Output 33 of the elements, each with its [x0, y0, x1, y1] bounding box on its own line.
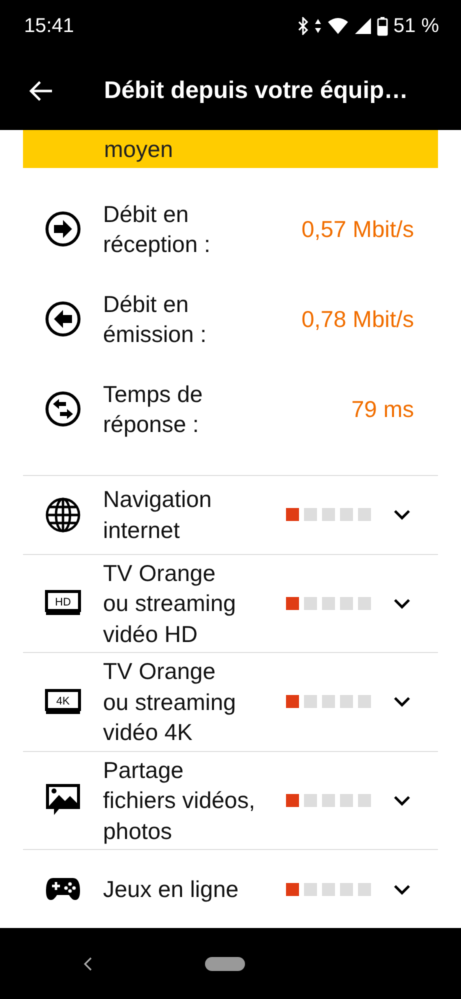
- left-arrow-circle-icon: [45, 301, 81, 337]
- data-arrows-icon: [314, 18, 322, 34]
- image-icon: [45, 783, 81, 818]
- service-row[interactable]: Partage fichiers vidéos, photos: [23, 750, 438, 849]
- service-label: Navigation internet: [103, 485, 213, 544]
- wifi-icon: [327, 17, 350, 35]
- battery-icon: [377, 16, 388, 36]
- back-nav-icon[interactable]: [83, 956, 93, 972]
- metric-label: Débit en réception :: [103, 200, 212, 259]
- service-label: TV Orange ou streaming vidéo HD: [103, 558, 237, 648]
- back-arrow-icon: [28, 80, 54, 102]
- service-row[interactable]: 4K TV Orange ou streaming vidéo 4K: [23, 652, 438, 750]
- metric-label: Temps de réponse :: [103, 380, 204, 439]
- bluetooth-icon: [297, 17, 310, 35]
- service-label: Partage fichiers vidéos, photos: [103, 756, 256, 846]
- right-arrow-circle-icon: [45, 211, 81, 247]
- service-row[interactable]: Navigation internet: [23, 474, 438, 554]
- globe-icon: [45, 496, 81, 532]
- service-row[interactable]: HD TV Orange ou streaming vidéo HD: [23, 554, 438, 652]
- gamepad-icon: [45, 877, 81, 901]
- service-label: Jeux en ligne: [103, 874, 240, 904]
- service-label: TV Orange ou streaming vidéo 4K: [103, 657, 237, 747]
- signal-icon: [354, 17, 372, 35]
- metric-value: 0,57 Mbit/s: [302, 216, 414, 242]
- metric-value: 0,78 Mbit/s: [302, 306, 414, 332]
- swap-arrows-circle-icon: [45, 391, 81, 427]
- banner-text: moyen: [104, 136, 174, 162]
- battery-percent: 51 %: [393, 14, 439, 38]
- metric-value: 79 ms: [351, 396, 414, 422]
- home-pill[interactable]: [205, 956, 245, 970]
- metric-label: Débit en émission :: [103, 290, 208, 349]
- screen-title: Débit depuis votre équip…: [104, 77, 408, 105]
- status-time: 15:41: [24, 14, 74, 38]
